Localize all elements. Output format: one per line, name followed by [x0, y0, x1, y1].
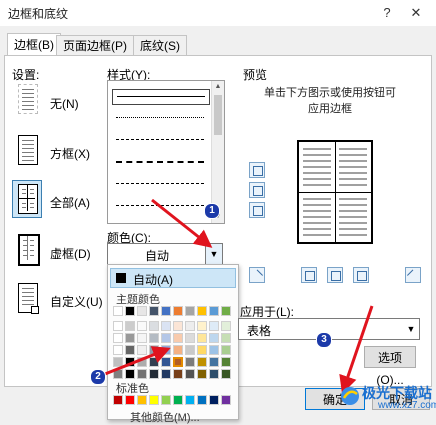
arrow-3 — [339, 305, 374, 394]
annotation-badge-1: 1 — [204, 203, 220, 219]
arrow-2 — [104, 346, 171, 376]
watermark: 极光下载站 www.xz7.com — [340, 382, 436, 414]
arrow-1 — [151, 198, 213, 248]
annotation-badge-2: 2 — [90, 369, 106, 385]
watermark-url: www.xz7.com — [378, 400, 436, 411]
borders-and-shading-dialog: 边框和底纹 ? ✕ 边框(B) 页面边框(P) 底纹(S) 设置: 无(N) 方… — [0, 0, 436, 424]
annotation-badge-3: 3 — [316, 332, 332, 348]
watermark-logo-icon — [341, 387, 359, 405]
